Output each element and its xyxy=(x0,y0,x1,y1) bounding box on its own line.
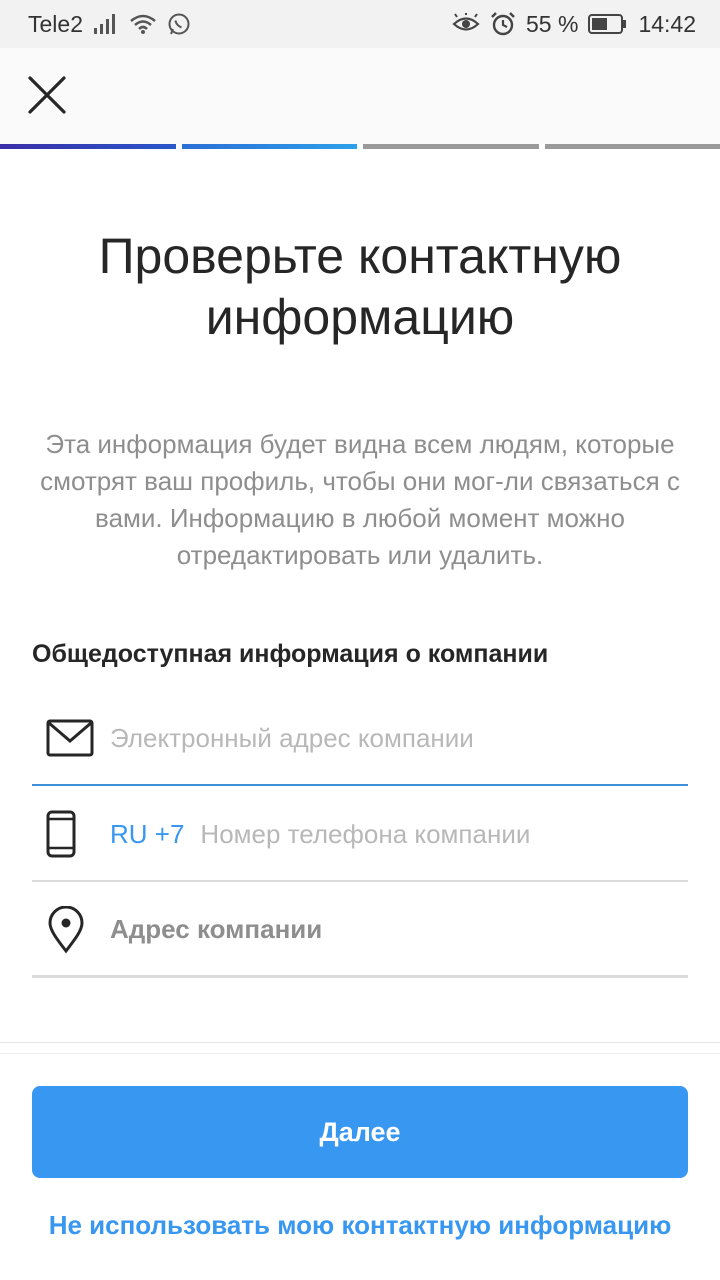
page-subtitle: Эта информация будет видна всем людям, к… xyxy=(40,429,680,570)
carrier-name: Tele2 xyxy=(28,10,83,37)
alarm-icon xyxy=(490,11,516,37)
status-bar-right: 55 % 14:42 xyxy=(452,11,696,38)
status-bar: Tele2 55 % 14:42 xyxy=(0,0,720,48)
top-bar xyxy=(0,48,720,144)
footer-divider xyxy=(0,1042,720,1054)
country-code-selector[interactable]: RU +7 xyxy=(110,819,184,850)
contact-info-screen: Tele2 55 % 14:42 Проверьте контактную ин… xyxy=(0,0,720,1280)
clock: 14:42 xyxy=(638,10,696,37)
email-input[interactable] xyxy=(110,708,688,768)
skip-contact-info-link[interactable]: Не использовать мою контактную информаци… xyxy=(40,1210,680,1241)
phone-icon xyxy=(32,810,110,858)
whatsapp-icon xyxy=(167,12,191,36)
phone-field-row: RU +7 xyxy=(32,788,688,882)
mail-icon xyxy=(32,718,110,758)
section-label: Общедоступная информация о компании xyxy=(32,640,549,668)
address-field-row[interactable]: Адрес компании xyxy=(32,884,688,978)
signal-icon xyxy=(93,13,119,35)
wifi-icon xyxy=(129,13,157,35)
step-progress-indicator xyxy=(0,144,720,149)
progress-step-1 xyxy=(0,144,176,149)
battery-icon xyxy=(588,13,628,35)
phone-input[interactable] xyxy=(200,804,688,864)
progress-step-2 xyxy=(181,144,357,149)
battery-percent: 55 % xyxy=(526,10,579,37)
progress-step-4 xyxy=(544,144,720,149)
next-button[interactable]: Далее xyxy=(32,1086,688,1178)
progress-step-3 xyxy=(363,144,539,149)
email-field-row xyxy=(32,692,688,786)
close-icon xyxy=(27,75,67,120)
page-title: Проверьте контактную информацию xyxy=(98,228,622,345)
close-button[interactable] xyxy=(20,70,74,124)
location-pin-icon xyxy=(32,905,110,954)
address-label: Адрес компании xyxy=(110,914,323,944)
status-bar-left: Tele2 xyxy=(28,11,191,38)
eye-icon xyxy=(452,13,480,35)
